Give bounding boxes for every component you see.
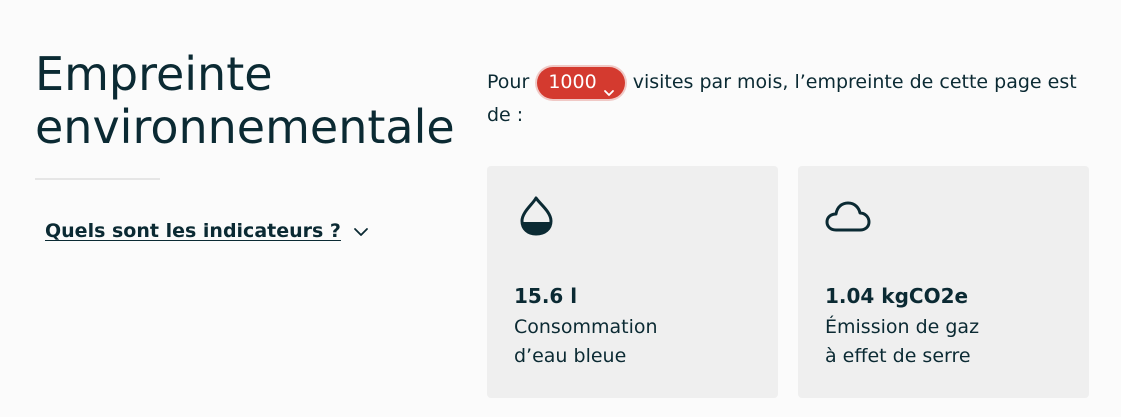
page-title-line-1: Empreinte [35,47,273,101]
ghg-emission-value: 1.04 kgCO2e [825,284,969,308]
visits-select[interactable]: 1000 [537,66,625,99]
heading-section: Empreinte environnementale [35,48,465,154]
chevron-down-icon [353,223,369,239]
ghg-label-line-1: Émission de gaz [825,316,980,338]
sentence-prefix: Pour [487,71,530,93]
cloud-icon [825,196,873,236]
visits-select-value: 1000 [548,71,597,93]
indicators-toggle-link[interactable]: Quels sont les indicateurs ? [45,220,369,242]
indicators-toggle-label: Quels sont les indicateurs ? [45,220,341,242]
ghg-label-line-2: à effet de serre [825,345,971,367]
water-drop-icon [514,196,562,236]
water-consumption-label: Consommation d’eau bleue [514,313,754,371]
water-consumption-value: 15.6 l [514,284,578,308]
footprint-sentence: Pour 1000 visites par mois, l’empreinte … [487,66,1087,132]
water-label-line-1: Consommation [514,316,658,338]
ghg-emission-label: Émission de gaz à effet de serre [825,313,1065,371]
ghg-emission-card: 1.04 kgCO2e Émission de gaz à effet de s… [798,166,1089,398]
page-title-line-2: environnementale [35,100,455,154]
chevron-down-icon [603,77,615,96]
water-consumption-card: 15.6 l Consommation d’eau bleue [487,166,778,398]
title-divider [35,178,160,180]
water-label-line-2: d’eau bleue [514,345,627,367]
page-title: Empreinte environnementale [35,48,465,154]
